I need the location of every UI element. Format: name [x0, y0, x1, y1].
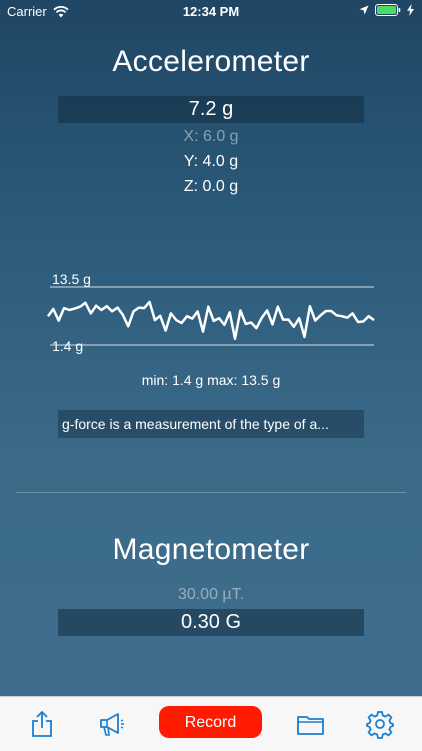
location-arrow-icon: [359, 5, 369, 15]
status-right: [359, 4, 414, 16]
graph-max-label: 13.5 g: [52, 271, 91, 287]
battery-icon: [375, 4, 401, 16]
settings-gear-icon[interactable]: [365, 709, 395, 739]
charging-bolt-icon: [407, 4, 414, 16]
accelerometer-total-value: 7.2 g: [58, 96, 364, 123]
accelerometer-z-value: Z: 0.0 g: [183, 178, 239, 195]
gforce-description[interactable]: g-force is a measurement of the type of …: [58, 410, 364, 438]
megaphone-icon[interactable]: [96, 709, 126, 739]
magnetometer-value: 0.30 G: [58, 609, 364, 636]
magnetometer-raw-value: 30.00 µT.: [177, 586, 245, 603]
accelerometer-graph: 13.5 g 1.4 g: [46, 271, 375, 354]
folder-icon[interactable]: [296, 709, 326, 739]
graph-series-line: [46, 300, 375, 341]
record-button[interactable]: Record: [159, 706, 262, 738]
accelerometer-title: Accelerometer: [112, 45, 310, 78]
accelerometer-x-value: X: 6.0 g: [183, 128, 239, 145]
accelerometer-y-value: Y: 4.0 g: [183, 153, 239, 170]
bottom-toolbar: Record: [0, 696, 422, 751]
status-bar: Carrier 12:34 PM: [0, 0, 422, 22]
graph-min-label: 1.4 g: [52, 338, 83, 354]
section-divider: [16, 492, 406, 493]
accelerometer-min-max: min: 1.4 g max: 13.5 g: [141, 372, 281, 388]
share-icon[interactable]: [27, 709, 57, 739]
battery-fill: [377, 6, 396, 14]
magnetometer-title: Magnetometer: [112, 533, 310, 566]
